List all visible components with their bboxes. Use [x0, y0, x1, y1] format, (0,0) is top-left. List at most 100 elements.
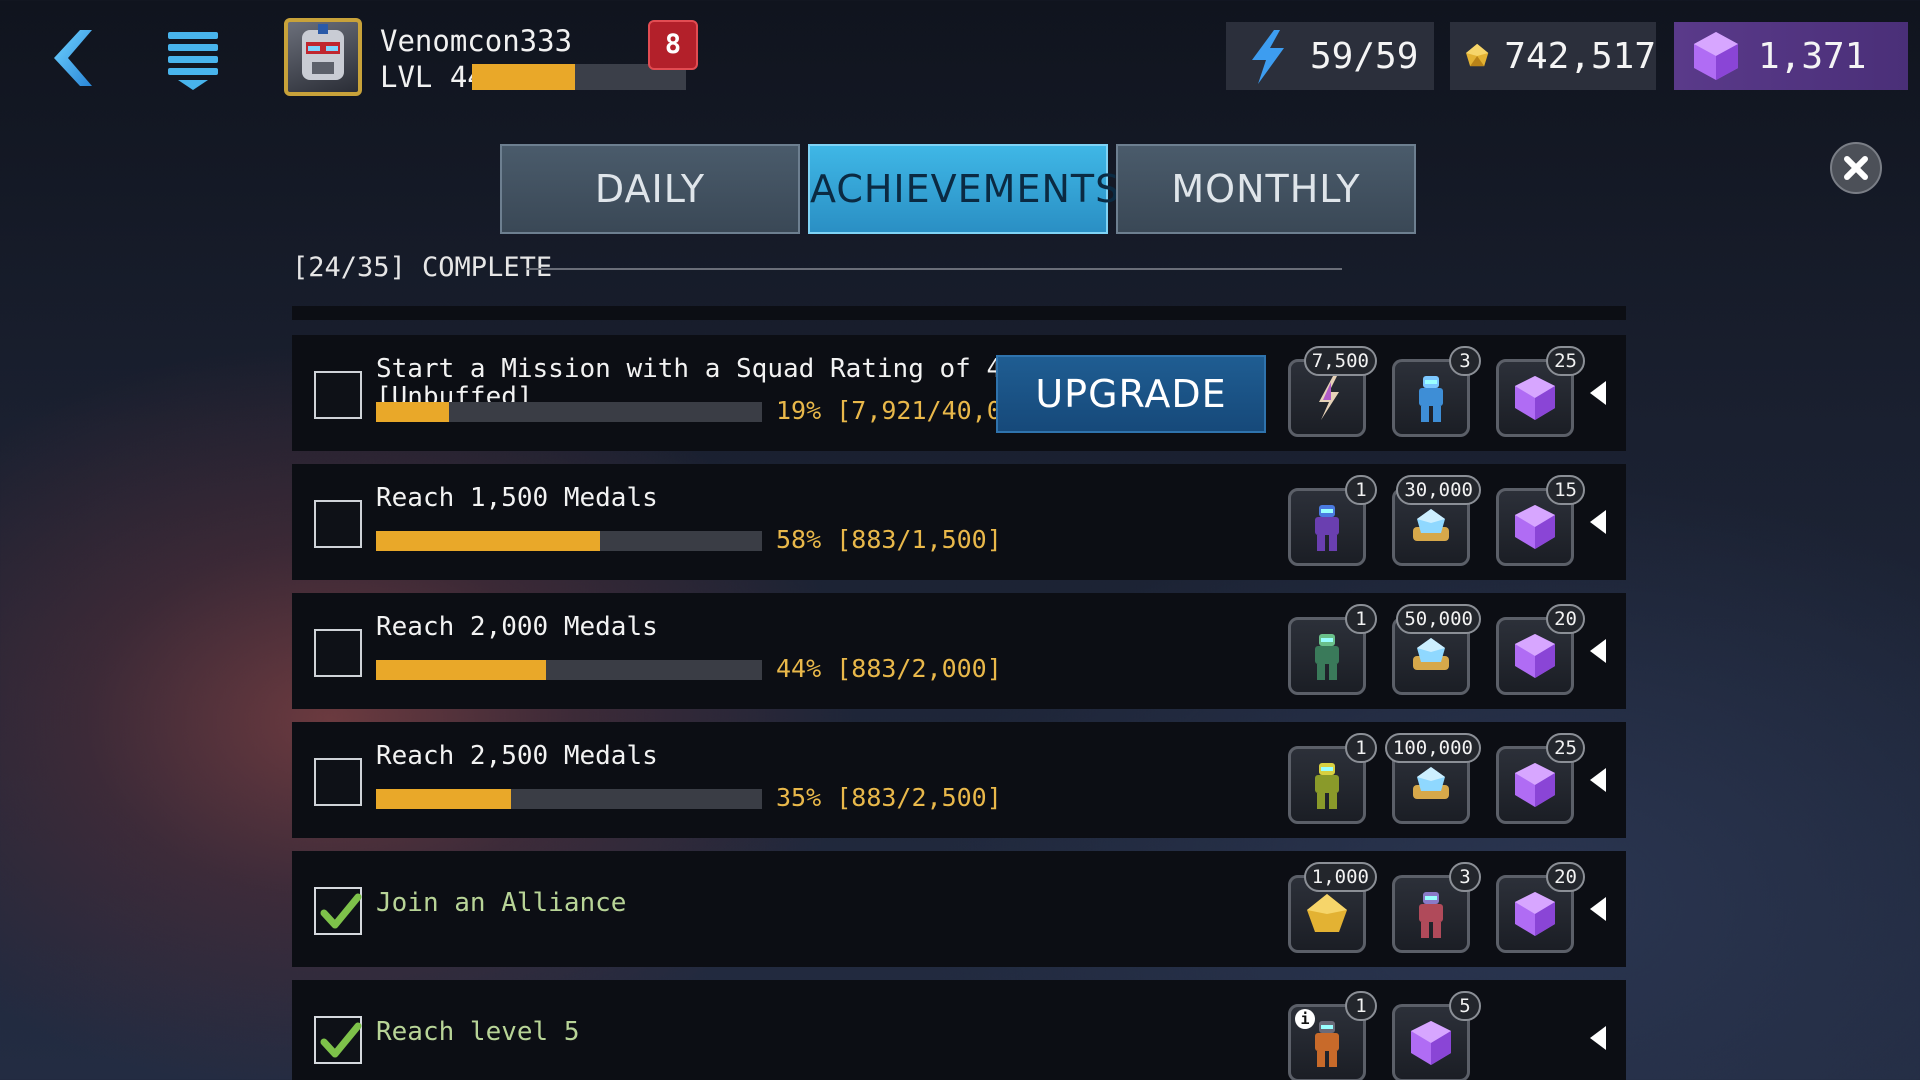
- achievement-progress-bar: [376, 402, 762, 422]
- reward-slot[interactable]: 15: [1496, 475, 1585, 566]
- achievement-checkbox[interactable]: [314, 629, 362, 677]
- reward-slot[interactable]: 1: [1288, 604, 1377, 695]
- reward-slot[interactable]: 3: [1392, 346, 1481, 437]
- notification-badge[interactable]: 8: [648, 20, 698, 70]
- reward-slot[interactable]: 7,500: [1288, 346, 1377, 437]
- reward-slot[interactable]: 1: [1288, 733, 1377, 824]
- achievement-row[interactable]: Reach 2,500 Medals 35% [883/2,500] 1 100,00…: [292, 722, 1626, 838]
- robot-purple-icon: [1315, 505, 1339, 551]
- expand-arrow-icon[interactable]: [1590, 1026, 1606, 1050]
- player-level: LVL 44: [380, 60, 485, 94]
- achievement-row[interactable]: Reach level 5 i15: [292, 980, 1626, 1080]
- gem-counter[interactable]: 1,371: [1674, 22, 1908, 90]
- reward-slot[interactable]: 20: [1496, 862, 1585, 953]
- completion-summary: [24/35] COMPLETE: [292, 252, 553, 283]
- progress-count: [883/2,500]: [836, 783, 1002, 812]
- reward-slot[interactable]: 20: [1496, 604, 1585, 695]
- achievement-row[interactable]: Start a Mission with a Squad Rating of 4…: [292, 335, 1626, 451]
- close-button[interactable]: [1830, 142, 1882, 194]
- gold-value: 742,517: [1504, 35, 1656, 77]
- progress-count: [883/2,000]: [836, 654, 1002, 683]
- crystal-icon: [1413, 509, 1449, 541]
- reward-slot[interactable]: 1: [1288, 475, 1377, 566]
- robot-blue-icon: [1419, 376, 1443, 422]
- gem-icon: [1694, 32, 1738, 80]
- progress-count: [883/1,500]: [836, 525, 1002, 554]
- upgrade-button[interactable]: UPGRADE: [996, 355, 1266, 433]
- reward-quantity: 25: [1546, 346, 1585, 376]
- achievement-checkbox[interactable]: [314, 887, 362, 935]
- gem-icon: [1411, 1021, 1451, 1065]
- reward-quantity: 7,500: [1303, 346, 1377, 376]
- achievement-title-line1: Start a Mission with a Squad Rating of 4…: [376, 354, 1081, 384]
- reward-slot[interactable]: 50,000: [1392, 604, 1481, 695]
- reward-slot[interactable]: 25: [1496, 733, 1585, 824]
- achievement-title: Reach 2,500 Medals: [376, 742, 658, 770]
- gold-counter[interactable]: 742,517: [1450, 22, 1656, 90]
- reward-slot[interactable]: i1: [1288, 991, 1377, 1080]
- expand-arrow-icon[interactable]: [1590, 510, 1606, 534]
- progress-percent: 35%: [776, 783, 822, 812]
- achievement-title: Join an Alliance: [376, 888, 627, 918]
- gold-icon: [1466, 43, 1489, 67]
- reward-slot[interactable]: 3: [1392, 862, 1481, 953]
- achievement-progress-fill: [376, 531, 600, 551]
- robot-yellow-icon: [1315, 763, 1339, 809]
- reward-quantity: 20: [1546, 862, 1585, 892]
- gem-value: 1,371: [1758, 35, 1867, 77]
- achievement-title: Reach 2,000 Medals: [376, 613, 658, 641]
- menu-icon: [168, 32, 218, 90]
- achievement-row[interactable]: Reach 2,000 Medals 44% [883/2,000] 1 50,000…: [292, 593, 1626, 709]
- reward-slot[interactable]: 30,000: [1392, 475, 1481, 566]
- gold-icon: [1307, 894, 1347, 932]
- achievement-row[interactable]: Join an Alliance 1,000 3 20: [292, 851, 1626, 967]
- reward-slot[interactable]: 5: [1392, 991, 1481, 1080]
- crystal-icon: [1413, 638, 1449, 670]
- gem-icon: [1515, 634, 1555, 678]
- achievement-checkbox[interactable]: [314, 371, 362, 419]
- tab-monthly[interactable]: MONTHLY: [1116, 144, 1416, 234]
- expand-arrow-icon[interactable]: [1590, 768, 1606, 792]
- reward-quantity: 1: [1345, 733, 1377, 763]
- achievement-progress-text: 58% [883/1,500]: [776, 525, 1002, 554]
- achievement-progress-fill: [376, 402, 450, 422]
- achievement-checkbox[interactable]: [314, 500, 362, 548]
- reward-quantity: 25: [1546, 733, 1585, 763]
- achievement-progress-bar: [376, 789, 762, 809]
- checkmark-icon: [320, 893, 362, 929]
- xp-progress-fill: [472, 64, 575, 90]
- achievement-progress-text: 44% [883/2,000]: [776, 654, 1002, 683]
- reward-quantity: 3: [1449, 862, 1481, 892]
- close-icon: [1844, 156, 1868, 180]
- achievement-progress-fill: [376, 660, 546, 680]
- achievement-title-line1: Reach 2,000 Medals: [376, 612, 658, 642]
- menu-button[interactable]: [166, 28, 222, 92]
- achievement-checkbox[interactable]: [314, 1016, 362, 1064]
- achievement-title-line1: Reach 1,500 Medals: [376, 483, 658, 513]
- expand-arrow-icon[interactable]: [1590, 381, 1606, 405]
- reward-slot[interactable]: 100,000: [1384, 733, 1481, 824]
- expand-arrow-icon[interactable]: [1590, 639, 1606, 663]
- gem-icon: [1515, 376, 1555, 420]
- achievement-row[interactable]: Reach 1,500 Medals 58% [883/1,500] 1 30,000…: [292, 464, 1626, 580]
- progress-percent: 19%: [776, 396, 822, 425]
- reward-slot[interactable]: 25: [1496, 346, 1585, 437]
- player-avatar[interactable]: [284, 18, 362, 96]
- info-icon[interactable]: i: [1295, 1009, 1315, 1029]
- achievement-checkbox[interactable]: [314, 758, 362, 806]
- chevron-left-icon: [54, 30, 92, 86]
- tab-daily[interactable]: DAILY: [500, 144, 800, 234]
- reward-quantity: 50,000: [1396, 604, 1481, 634]
- tab-achievements[interactable]: ACHIEVEMENTS: [808, 144, 1119, 234]
- reward-quantity: 15: [1546, 475, 1585, 505]
- player-name: Venomcon333: [380, 24, 573, 58]
- back-button[interactable]: [40, 26, 100, 90]
- achievement-title: Reach level 5: [376, 1017, 580, 1047]
- expand-arrow-icon[interactable]: [1590, 897, 1606, 921]
- reward-quantity: 1: [1345, 475, 1377, 505]
- progress-percent: 44%: [776, 654, 822, 683]
- reward-slot[interactable]: 1,000: [1288, 862, 1377, 953]
- energy-value: 59/59: [1310, 35, 1419, 77]
- energy-counter[interactable]: 59/59: [1226, 22, 1434, 90]
- reward-quantity: 20: [1546, 604, 1585, 634]
